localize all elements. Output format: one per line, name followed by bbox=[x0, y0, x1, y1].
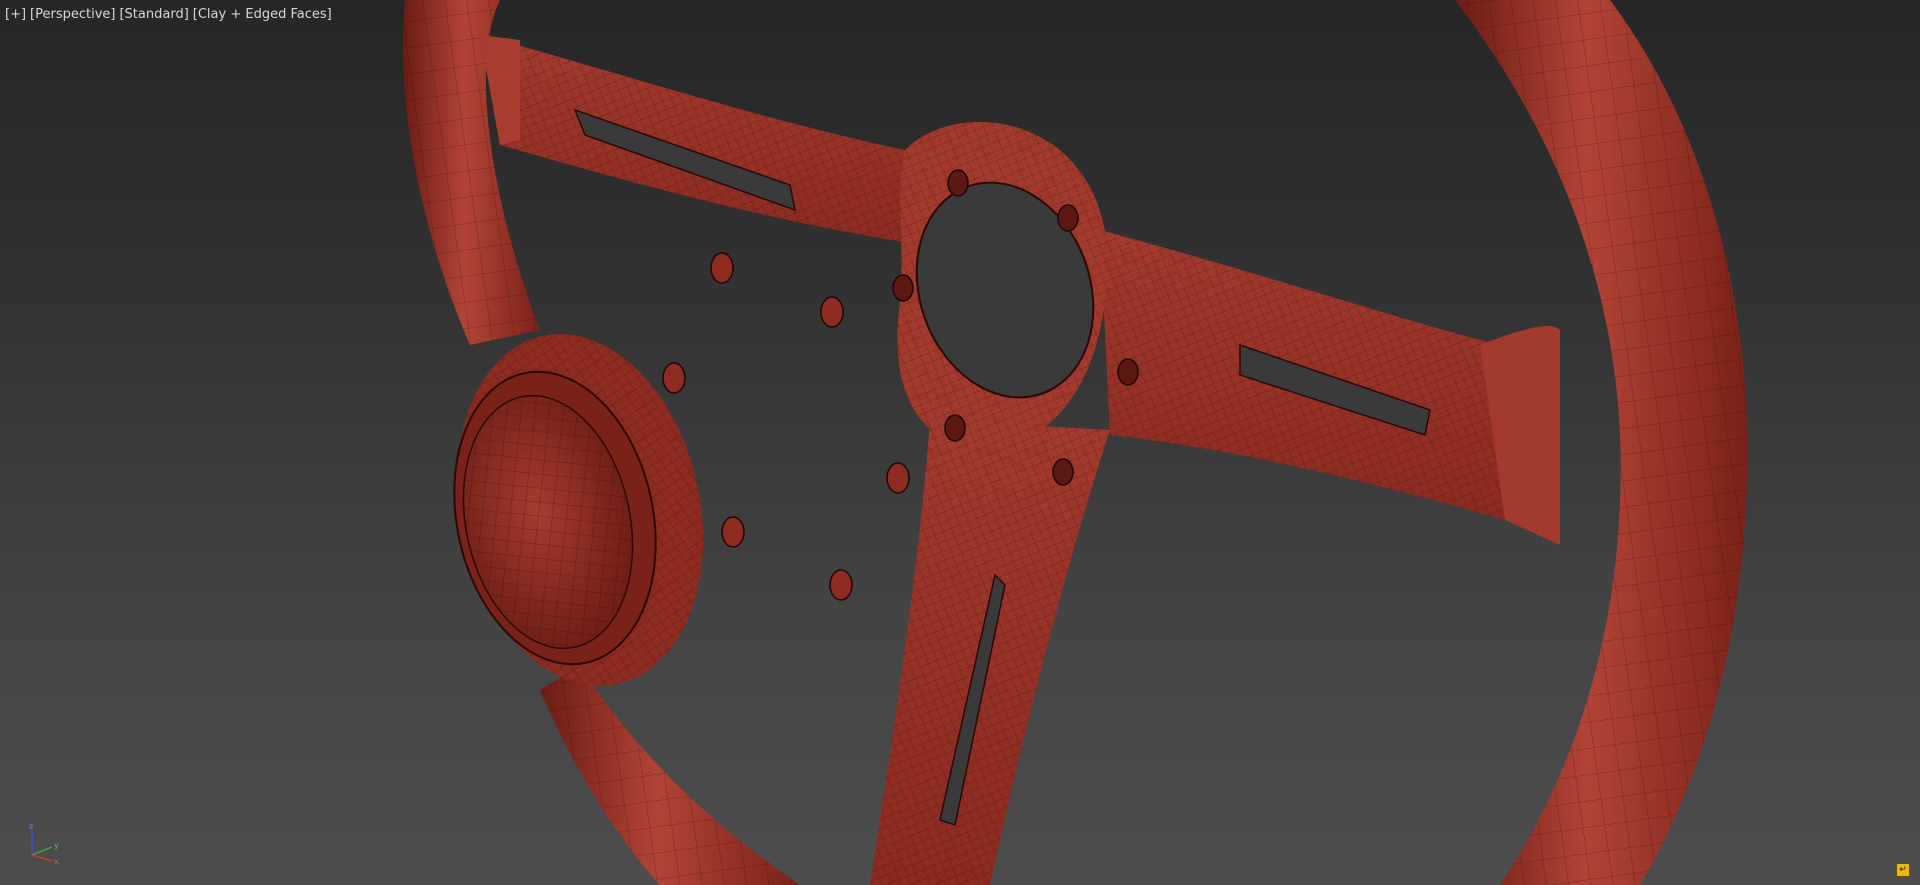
spoke-upper-left bbox=[480, 35, 960, 250]
x-axis-label: x bbox=[54, 857, 59, 865]
spoke-bottom bbox=[870, 420, 1110, 885]
viewport-shading-preset-menu[interactable]: [Standard] bbox=[119, 7, 188, 22]
viewport-label: [+] [Perspective] [Standard] [Clay + Edged … bbox=[5, 7, 336, 22]
y-axis-line bbox=[31, 846, 53, 856]
viewport-view-menu[interactable]: [Perspective] bbox=[30, 7, 115, 22]
y-axis-label: y bbox=[54, 841, 59, 850]
z-axis-label: z bbox=[29, 822, 33, 831]
spoke-right bbox=[1100, 230, 1560, 545]
x-axis-line bbox=[31, 854, 53, 862]
viewport-shading-mode-menu[interactable]: [Clay + Edged Faces] bbox=[193, 7, 332, 22]
horn-button bbox=[453, 334, 704, 686]
axis-tripod: z y x bbox=[29, 822, 59, 865]
viewport-config-icon[interactable]: ↵ bbox=[1896, 863, 1910, 877]
perspective-viewport[interactable]: [+] [Perspective] [Standard] [Clay + Edged … bbox=[0, 0, 1920, 885]
viewport-menu-plus[interactable]: [+] bbox=[5, 7, 26, 22]
steering-wheel-model[interactable] bbox=[0, 0, 1920, 885]
